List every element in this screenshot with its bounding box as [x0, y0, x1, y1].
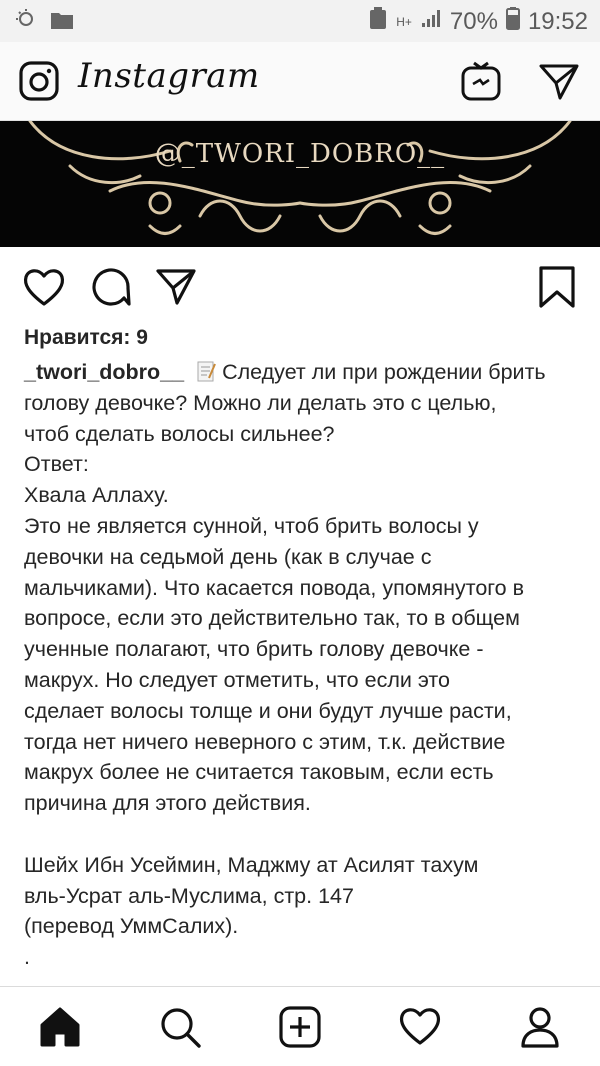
- banner-handle: @_TWORI_DOBRO__: [154, 139, 446, 169]
- post-image[interactable]: @_TWORI_DOBRO__: [0, 121, 600, 247]
- signal-icon: [420, 7, 442, 36]
- activity-icon[interactable]: [398, 1005, 442, 1049]
- network-type: H+: [396, 14, 412, 29]
- post-actions: [0, 262, 600, 312]
- home-icon[interactable]: [38, 1005, 82, 1049]
- battery-icon: [505, 6, 520, 37]
- comment-icon[interactable]: [90, 266, 132, 313]
- caption-fade: [0, 962, 600, 987]
- battery-percent: 70%: [449, 7, 498, 35]
- status-bar: H+ 70% 19:52: [0, 0, 600, 42]
- caption-username[interactable]: _twori_dobro__: [24, 360, 184, 384]
- instagram-logo: Instagram: [78, 56, 260, 96]
- caption-first-line: Следует ли при рождении брить: [222, 360, 546, 384]
- new-post-icon[interactable]: [278, 1005, 322, 1049]
- heart-icon[interactable]: [22, 266, 66, 313]
- memo-icon: [196, 360, 216, 382]
- likes-count[interactable]: Нравится: 9: [24, 326, 148, 350]
- bottom-nav: [0, 986, 600, 1066]
- profile-icon[interactable]: [518, 1005, 562, 1049]
- post-caption: _twori_dobro__ Следует ли при рождении б…: [24, 357, 580, 973]
- weather-icon: [14, 8, 40, 37]
- clean-icon: [368, 6, 388, 37]
- share-icon[interactable]: [155, 266, 197, 313]
- app-header: Instagram: [0, 42, 600, 121]
- direct-message-icon[interactable]: [538, 60, 580, 107]
- camera-icon[interactable]: [18, 60, 60, 107]
- igtv-icon[interactable]: [460, 60, 502, 107]
- folder-icon: [50, 9, 74, 37]
- bookmark-icon[interactable]: [538, 266, 576, 313]
- search-icon[interactable]: [158, 1005, 202, 1049]
- caption-body: голову девочке? Можно ли делать это с це…: [24, 390, 525, 970]
- clock: 19:52: [527, 7, 588, 35]
